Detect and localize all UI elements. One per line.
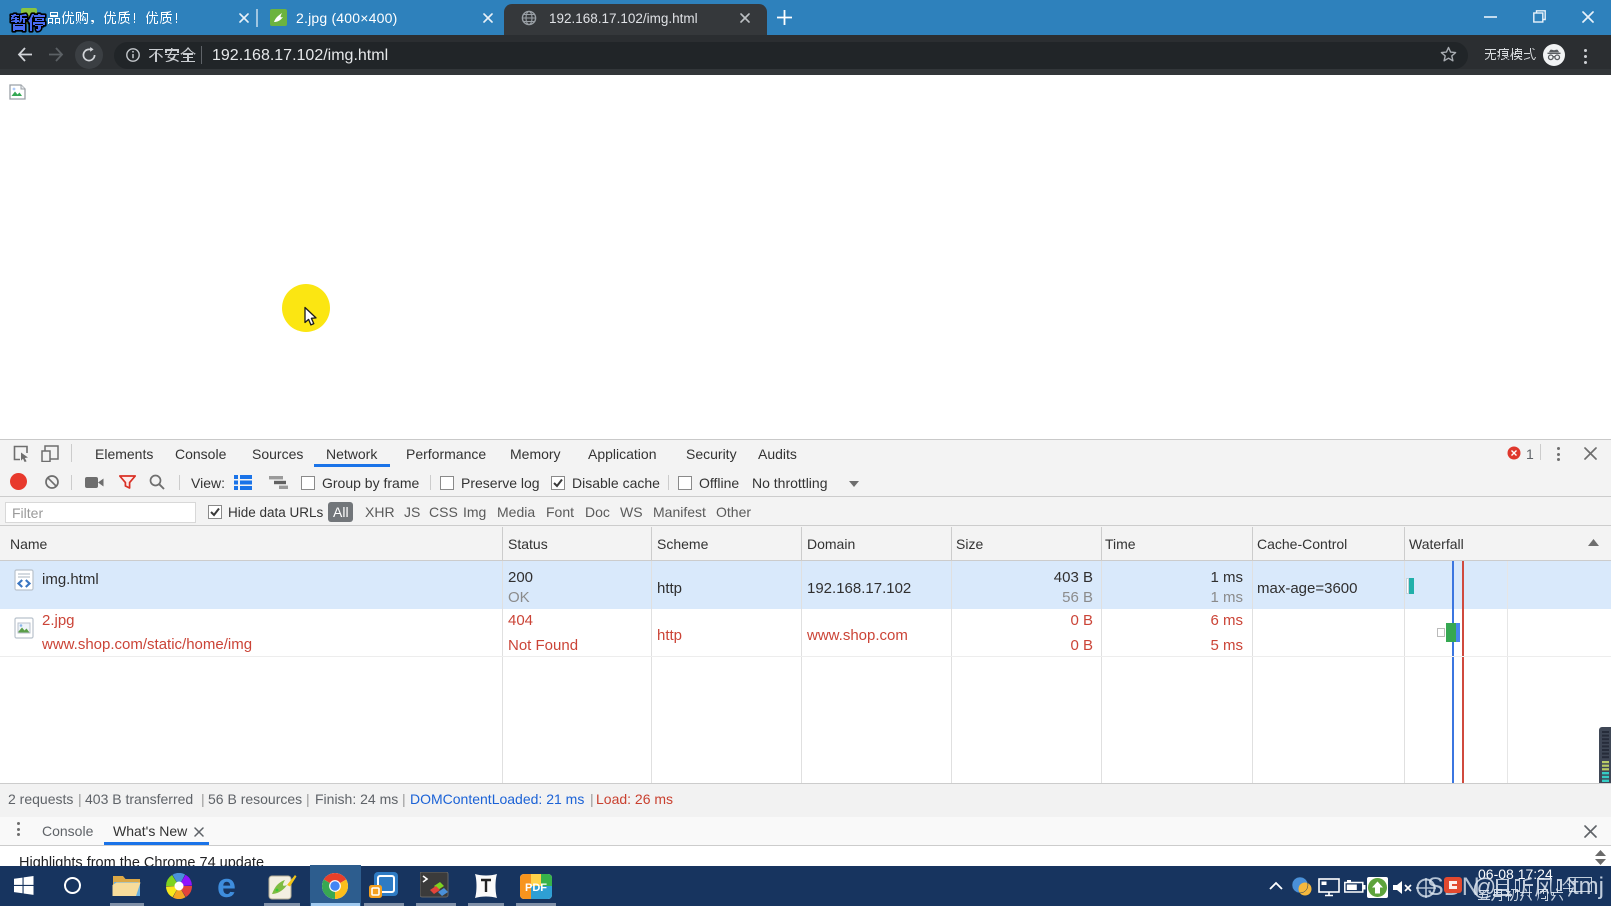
svg-text:PDF: PDF [525, 882, 547, 894]
